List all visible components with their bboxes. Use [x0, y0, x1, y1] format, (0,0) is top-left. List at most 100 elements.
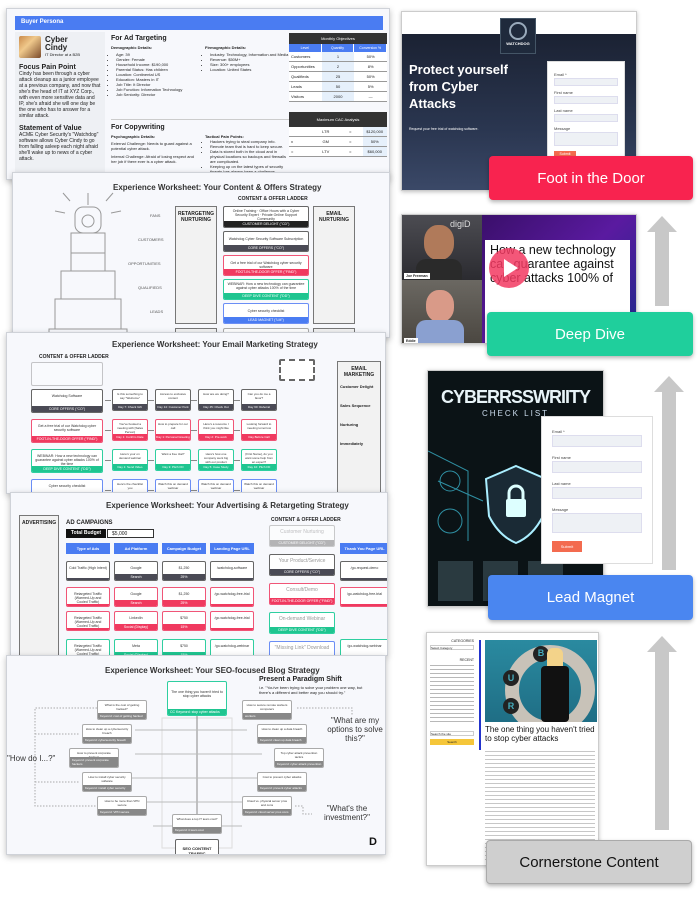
total-budget-value[interactable]: $5,000 — [107, 529, 154, 538]
col-thank-you-page: Thank You Page URL — [340, 543, 387, 554]
rung-label: LEAD MAGNET ("LM") — [224, 317, 308, 323]
ad-cell[interactable]: /go-watchdog-free-trial — [210, 611, 254, 631]
email-input[interactable] — [552, 435, 642, 447]
topic-text: Top cyber attack prevention tactics — [280, 751, 318, 759]
landing-subtext: Request your free trial of watchdog soft… — [409, 127, 479, 131]
ad-cell-sub — [211, 628, 253, 630]
rung-text: Cyber security checklist — [48, 484, 86, 488]
firmographic-title: Firmographic Details: — [205, 45, 247, 50]
stage-foot-in-the-door: Foot in the Door — [489, 156, 693, 200]
blog-search-button[interactable]: Search — [430, 739, 474, 745]
email-rung[interactable]: Get a free trial of our Watchdog cyber s… — [31, 419, 103, 443]
thank-you-cell[interactable]: /go-watchdog-free-trial — [340, 587, 387, 607]
thank-you-cell[interactable]: /go-watchdog-webinar — [340, 639, 387, 655]
rung-text: Watchdog Software — [51, 394, 83, 398]
cell: Customers — [291, 54, 311, 59]
arrow-connector — [191, 460, 197, 461]
last-name-input[interactable] — [554, 114, 618, 122]
topic-text: What does a top IT team cost? — [176, 817, 218, 821]
side-item: Nurturing — [340, 422, 359, 427]
cell: 25 — [321, 72, 355, 81]
message-input[interactable] — [552, 513, 642, 533]
quote-how-do-i: "How do I...?" — [7, 754, 56, 763]
topic-keyword: Keyword: prevent corporate hackers — [70, 757, 118, 767]
blog-search-input[interactable]: Search the site — [430, 731, 474, 736]
blog-post-screenshot: CATEGORIES Select Category RECENT Search… — [426, 632, 599, 866]
email-marketing-worksheet: Experience Worksheet: Your Email Marketi… — [6, 332, 386, 494]
persona-header: Buyer Persona — [15, 16, 383, 30]
ad-cell: Cold Traffic (High Intent) — [66, 561, 110, 581]
ad-cell: $1,250 25% — [162, 587, 206, 607]
recent-label: RECENT — [459, 658, 474, 662]
ws3-ladder-title: CONTENT & OFFER LADDER — [271, 517, 341, 523]
cell — [289, 127, 314, 136]
topic-text: How to install cyber security software — [88, 775, 126, 783]
paradigm-title: Present a Paradigm Shift — [259, 676, 342, 683]
level-label: FANS — [150, 213, 161, 218]
first-name-input[interactable] — [552, 461, 642, 473]
thank-you-cell[interactable]: /go-request-demo — [340, 561, 387, 581]
ad-cell-text: Retargeted Traffic (Warmed-Up and Cooled… — [74, 644, 102, 656]
ad-cell[interactable]: /watchdog-software — [210, 561, 254, 581]
cell: = — [349, 139, 352, 144]
submit-button[interactable]: Submit — [552, 541, 582, 552]
seo-traffic-box: SEO CONTENT TRAFFIC — [175, 839, 219, 854]
tactical-item: Data is stored both in the cloud and in … — [210, 149, 291, 164]
play-icon — [504, 259, 518, 277]
email-step: Is this something to say "Welcome" Day 7:… — [112, 389, 148, 411]
psycho-item: External Challenge: Needs to guard again… — [111, 141, 192, 151]
category-select[interactable]: Select Category — [430, 645, 474, 650]
ladder-label: DEEP DIVE CONTENT ("DD") — [270, 627, 334, 633]
ad-cell[interactable]: /go-watchdog-webinar — [210, 639, 254, 655]
digid-logo-icon: D — [369, 836, 377, 848]
side-item: Customer Delight — [340, 384, 374, 389]
value-title: Statement of Value — [19, 125, 82, 132]
email-input[interactable] — [554, 78, 618, 86]
ladder-text: Customer Nurturing — [280, 529, 324, 535]
topic-text: Cloud vs. physical server pros and cons — [246, 799, 287, 807]
arrow-connector — [234, 430, 240, 431]
rung-label: FOOT-IN-THE-DOOR OFFER ("FIND") — [32, 436, 102, 442]
ad-campaigns-title: AD CAMPAIGNS — [66, 520, 113, 526]
ad-cell: Google Search — [114, 587, 158, 607]
sidebar-divider — [479, 640, 481, 750]
ad-cell: MetaSocial (Display) — [114, 639, 158, 655]
email-nurturing-panel: EMAIL NURTURING — [313, 206, 355, 324]
ad-cell[interactable]: /go-watchdog-free-trial — [210, 587, 254, 607]
demographic-title: Demographic Details: — [111, 45, 153, 50]
cell: = — [349, 149, 352, 154]
ad-cell-text: /watchdog-software — [216, 566, 248, 570]
email-rung[interactable]: Watchdog Software CORE OFFERS ("CO") — [31, 389, 103, 413]
focus-pain-title: Focus Pain Point — [19, 64, 76, 71]
step-text: Looking forward to meeting tomorrow — [246, 422, 272, 430]
ws2-rung-faded — [31, 362, 103, 386]
email-step: Here's a resource I think you might like… — [198, 419, 234, 441]
arrow-connector — [148, 490, 154, 491]
lead-magnet-form: Email * First name Last name Message Sub… — [541, 416, 653, 564]
email-step: Looking forward to meeting tomorrow Day B… — [241, 419, 277, 441]
stage-deep-dive: Deep Dive — [487, 312, 693, 356]
rung-core-offers: Watchdog Cyber Security Software Subscri… — [223, 231, 309, 252]
arrow-connector — [191, 430, 197, 431]
step-text: Watch this on demand webinar — [201, 482, 231, 490]
ad-cell-text: /go-watchdog-free-trial — [214, 616, 250, 620]
ad-cell: Google Search — [114, 561, 158, 581]
step-day: Day 10: Pitch FD — [242, 464, 276, 470]
message-input[interactable] — [554, 132, 618, 146]
stage-cornerstone-content: Cornerstone Content — [486, 840, 692, 884]
ws3-title: Experience Worksheet: Your Advertising &… — [106, 501, 349, 510]
first-name-input[interactable] — [554, 96, 618, 104]
level-label: LEADS — [150, 309, 164, 314]
arrow-connector — [148, 400, 154, 401]
rung-text: Watchdog Cyber Security Software Subscri… — [228, 237, 304, 241]
ad-cell-text: /go-watchdog-free-trial — [214, 592, 250, 596]
step-text: Here's your on demand webinar — [118, 452, 142, 460]
step-day: Day Before Call — [242, 434, 276, 440]
email-step: Want a free trial? Day 3: Pitch FD — [155, 449, 191, 471]
email-rung[interactable]: WEBINAR: How a new technology can guaran… — [31, 449, 103, 473]
last-name-input[interactable] — [552, 487, 642, 499]
first-name-label: First name — [554, 90, 573, 95]
email-label: Email * — [552, 429, 565, 434]
play-button[interactable] — [489, 248, 529, 288]
demo-item: Job Seniority: Director — [116, 92, 197, 97]
